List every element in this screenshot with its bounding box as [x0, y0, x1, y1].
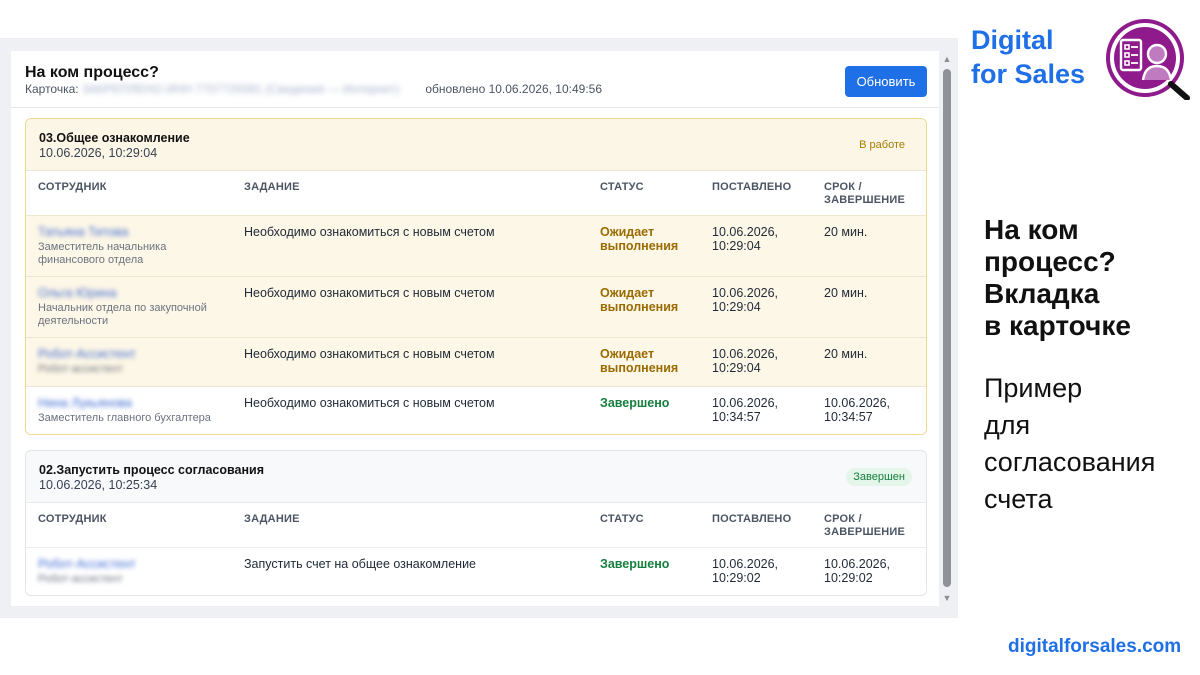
screenshot-frame: На ком процесс? Карточка: ЗАКРЕПЛЕНО ИНН… — [0, 38, 958, 618]
card-label: Карточка: — [25, 82, 79, 96]
slide: На ком процесс? Карточка: ЗАКРЕПЛЕНО ИНН… — [0, 0, 1200, 675]
website-link[interactable]: digitalforsales.com — [1008, 636, 1181, 658]
employee-name[interactable]: Ольга Юрина — [38, 286, 218, 300]
assigned-time: 10.06.2026, 10:29:04 — [712, 286, 779, 314]
stage-date: 10.06.2026, 10:25:34 — [39, 478, 158, 492]
status-badge: В работе — [859, 139, 905, 151]
updated-text: обновлено 10.06.2026, 10:49:56 — [425, 82, 603, 96]
scrollbar-thumb[interactable] — [943, 69, 951, 587]
card-value-blurred[interactable]: ЗАКРЕПЛЕНО ИНН 7707725581 (Сведения — Ин… — [82, 82, 422, 96]
stage-title: 03.Общее ознакомление — [39, 131, 190, 145]
col-due: СРОК / ЗАВЕРШЕНИЕ — [824, 513, 906, 538]
employee-name[interactable]: Нина Лукьянова — [38, 396, 218, 410]
stage-header: 03.Общее ознакомление 10.06.2026, 10:29:… — [26, 119, 926, 171]
employee-name[interactable]: Робот-Ассистент — [38, 347, 218, 361]
table-row: Ольга Юрина Начальник отдела по закупочн… — [26, 276, 926, 337]
scroll-up-icon[interactable]: ▲ — [940, 53, 954, 65]
panel-title: На ком процесс? — [25, 64, 159, 81]
promo-title-line: в карточке — [984, 310, 1131, 341]
brand-line: for Sales — [971, 59, 1086, 89]
col-task: ЗАДАНИЕ — [244, 513, 300, 525]
task-text: Необходимо ознакомиться с новым счетом — [244, 286, 495, 300]
due-time: 20 мин. — [824, 286, 868, 300]
refresh-button[interactable]: Обновить — [845, 66, 927, 97]
promo-title: На ком процесс? Вкладка в карточке — [984, 214, 1131, 342]
promo-sub-line: согласования — [984, 447, 1156, 477]
promo-title-line: На ком — [984, 214, 1079, 245]
due-time: 10.06.2026, 10:29:02 — [824, 557, 891, 585]
employee-position: Робот-ассистент — [38, 573, 123, 585]
employee-cell: Робот-Ассистент Робот-ассистент — [38, 347, 218, 376]
col-status: СТАТУС — [600, 181, 644, 193]
table-row: Нина Лукьянова Заместитель главного бухг… — [26, 386, 926, 434]
status-text: Завершено — [600, 396, 670, 410]
table-header: СОТРУДНИК ЗАДАНИЕ СТАТУС ПОСТАВЛЕНО СРОК… — [26, 503, 926, 547]
stage-title: 02.Запустить процесс согласования — [39, 463, 265, 477]
employee-position: Начальник отдела по закупочной деятельно… — [38, 302, 207, 327]
status-text: Ожидает выполнения — [600, 286, 679, 314]
panel-header: На ком процесс? Карточка: ЗАКРЕПЛЕНО ИНН… — [11, 51, 939, 108]
table-header: СОТРУДНИК ЗАДАНИЕ СТАТУС ПОСТАВЛЕНО СРОК… — [26, 171, 926, 215]
brand-line: Digital — [971, 25, 1054, 55]
scroll-down-icon[interactable]: ▼ — [940, 592, 954, 604]
assigned-time: 10.06.2026, 10:29:04 — [712, 347, 779, 375]
employee-name[interactable]: Татьяна Титова — [38, 225, 218, 239]
table-row: Робот-Ассистент Робот-ассистент Запустит… — [26, 547, 926, 595]
stage-card-done: 02.Запустить процесс согласования 10.06.… — [25, 450, 927, 596]
status-badge: Завершен — [846, 468, 912, 486]
assigned-time: 10.06.2026, 10:34:57 — [712, 396, 779, 424]
assigned-time: 10.06.2026, 10:29:02 — [712, 557, 779, 585]
stage-card-active: 03.Общее ознакомление 10.06.2026, 10:29:… — [25, 118, 927, 435]
assigned-time: 10.06.2026, 10:29:04 — [712, 225, 779, 253]
promo-sub-line: для — [984, 410, 1031, 440]
promo-sub-line: счета — [984, 484, 1053, 514]
status-text: Завершено — [600, 557, 670, 571]
employee-name[interactable]: Робот-Ассистент — [38, 557, 218, 571]
table-row: Татьяна Титова Заместитель начальника фи… — [26, 215, 926, 276]
task-text: Необходимо ознакомиться с новым счетом — [244, 347, 495, 361]
employee-cell: Татьяна Титова Заместитель начальника фи… — [38, 225, 218, 267]
stage-date: 10.06.2026, 10:29:04 — [39, 146, 158, 160]
vertical-scrollbar[interactable]: ▲ ▼ — [940, 51, 954, 606]
promo-title-line: Вкладка — [984, 278, 1100, 309]
checklist-magnifier-person-icon — [1106, 19, 1190, 100]
col-employee: СОТРУДНИК — [38, 513, 107, 525]
stage-header: 02.Запустить процесс согласования 10.06.… — [26, 451, 926, 503]
employee-cell: Нина Лукьянова Заместитель главного бухг… — [38, 396, 218, 425]
employee-cell: Ольга Юрина Начальник отдела по закупочн… — [38, 286, 218, 328]
col-status: СТАТУС — [600, 513, 644, 525]
due-time: 10.06.2026, 10:34:57 — [824, 396, 891, 424]
brand-wordmark: Digital for Sales — [971, 23, 1085, 91]
col-task: ЗАДАНИЕ — [244, 181, 300, 193]
employee-position: Заместитель главного бухгалтера — [38, 412, 211, 424]
promo-title-line: процесс? — [984, 246, 1116, 277]
due-time: 20 мин. — [824, 347, 868, 361]
task-text: Необходимо ознакомиться с новым счетом — [244, 225, 495, 239]
col-due: СРОК / ЗАВЕРШЕНИЕ — [824, 181, 906, 206]
status-text: Ожидает выполнения — [600, 225, 679, 253]
promo-sub-line: Пример — [984, 373, 1083, 403]
due-time: 20 мин. — [824, 225, 868, 239]
col-assigned: ПОСТАВЛЕНО — [712, 181, 792, 193]
employee-position: Заместитель начальника финансового отдел… — [38, 241, 167, 266]
col-employee: СОТРУДНИК — [38, 181, 107, 193]
task-text: Запустить счет на общее ознакомление — [244, 557, 477, 571]
process-panel: На ком процесс? Карточка: ЗАКРЕПЛЕНО ИНН… — [11, 51, 939, 606]
task-text: Необходимо ознакомиться с новым счетом — [244, 396, 495, 410]
col-assigned: ПОСТАВЛЕНО — [712, 513, 792, 525]
employee-cell: Робот-Ассистент Робот-ассистент — [38, 557, 218, 586]
panel-subtitle: Карточка: ЗАКРЕПЛЕНО ИНН 7707725581 (Све… — [25, 82, 602, 96]
table-row: Робот-Ассистент Робот-ассистент Необходи… — [26, 337, 926, 386]
status-text: Ожидает выполнения — [600, 347, 679, 375]
employee-position: Робот-ассистент — [38, 363, 123, 375]
promo-subtitle: Пример для согласования счета — [984, 370, 1155, 518]
